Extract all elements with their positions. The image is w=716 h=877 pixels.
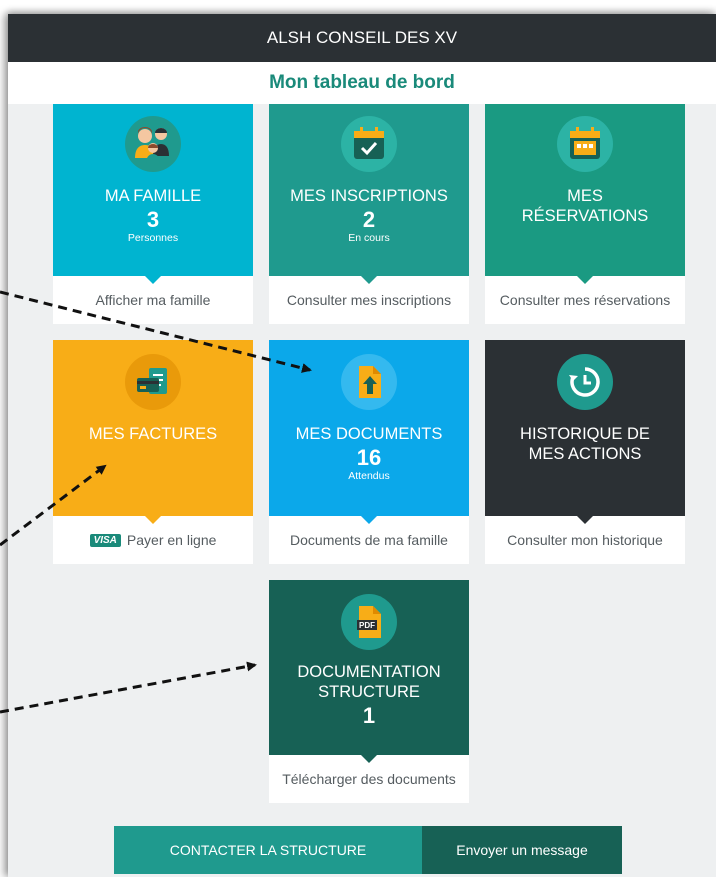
tile-reservations[interactable]: MES RÉSERVATIONS Consulter mes réservati… xyxy=(485,104,685,324)
tile-documentation-label-1: DOCUMENTATION xyxy=(297,663,441,681)
tile-documentation-label-2: STRUCTURE xyxy=(318,683,420,701)
upload-document-icon xyxy=(341,354,397,410)
tile-reservations-label-2: RÉSERVATIONS xyxy=(521,207,649,225)
tile-famille[interactable]: MA FAMILLE 3 Personnes Afficher ma famil… xyxy=(53,104,253,324)
page-title: Mon tableau de bord xyxy=(269,72,455,93)
tile-reservations-label-1: MES xyxy=(567,187,603,205)
app-header: ALSH CONSEIL DES XV xyxy=(8,14,716,62)
tile-inscriptions-link-text: Consulter mes inscriptions xyxy=(286,292,452,308)
tile-documentation[interactable]: PDF DOCUMENTATION STRUCTURE 1 Télécharge… xyxy=(269,580,469,803)
tile-factures-link-text: Payer en ligne xyxy=(126,532,217,548)
pdf-icon-text: PDF xyxy=(359,620,375,630)
tile-famille-count: 3 xyxy=(146,207,160,232)
tile-documents-label: MES DOCUMENTS xyxy=(295,425,443,443)
invoice-icon xyxy=(125,354,181,410)
tile-documentation-count: 1 xyxy=(362,703,376,728)
family-icon xyxy=(125,116,181,172)
app-title: ALSH CONSEIL DES XV xyxy=(266,28,458,47)
calendar-check-icon xyxy=(341,116,397,172)
tile-historique-link-text: Consulter mon historique xyxy=(507,532,663,548)
tile-documentation-link-text: Télécharger des documents xyxy=(282,771,456,787)
calendar-icon xyxy=(557,116,613,172)
send-message-label: Envoyer un message xyxy=(456,842,588,858)
tile-documents-link-text: Documents de ma famille xyxy=(290,532,448,548)
tile-documents-count: 16 xyxy=(356,445,382,470)
send-message-button[interactable]: Envoyer un message xyxy=(422,826,622,874)
visa-icon: VISA xyxy=(89,533,121,547)
history-icon xyxy=(557,354,613,410)
tile-documentation-header[interactable]: PDF DOCUMENTATION STRUCTURE 1 xyxy=(269,580,469,763)
tile-inscriptions[interactable]: MES INSCRIPTIONS 2 En cours Consulter me… xyxy=(269,104,469,324)
tile-reservations-link-text: Consulter mes réservations xyxy=(499,292,671,308)
tile-inscriptions-header[interactable]: MES INSCRIPTIONS 2 En cours xyxy=(269,104,469,284)
page-title-bar: Mon tableau de bord xyxy=(8,62,716,104)
contact-structure-label: CONTACTER LA STRUCTURE xyxy=(169,842,367,858)
tile-famille-sub: Personnes xyxy=(127,232,179,244)
tile-famille-link-text: Afficher ma famille xyxy=(95,292,211,308)
tile-famille-label: MA FAMILLE xyxy=(104,187,202,205)
tile-inscriptions-count: 2 xyxy=(362,207,376,232)
tile-factures[interactable]: MES FACTURES VISA Payer en ligne xyxy=(53,340,253,564)
tile-reservations-header[interactable]: MES RÉSERVATIONS xyxy=(485,104,685,284)
contact-structure-button[interactable]: CONTACTER LA STRUCTURE xyxy=(114,826,422,874)
tile-documents-sub: Attendus xyxy=(348,470,390,482)
tile-historique-header[interactable]: HISTORIQUE DE MES ACTIONS xyxy=(485,340,685,524)
tile-historique-label-1: HISTORIQUE DE xyxy=(520,425,650,443)
tile-historique-label-2: MES ACTIONS xyxy=(528,445,642,463)
tile-factures-label: MES FACTURES xyxy=(88,425,218,443)
tile-famille-header[interactable]: MA FAMILLE 3 Personnes xyxy=(53,104,253,284)
tile-inscriptions-label: MES INSCRIPTIONS xyxy=(290,187,448,205)
pdf-icon: PDF xyxy=(341,594,397,650)
tile-documents[interactable]: MES DOCUMENTS 16 Attendus Documents de m… xyxy=(269,340,469,564)
tile-factures-header[interactable]: MES FACTURES xyxy=(53,340,253,524)
tile-inscriptions-sub: En cours xyxy=(348,232,390,244)
tile-historique[interactable]: HISTORIQUE DE MES ACTIONS Consulter mon … xyxy=(485,340,685,564)
tile-documents-header[interactable]: MES DOCUMENTS 16 Attendus xyxy=(269,340,469,524)
contact-bar: CONTACTER LA STRUCTURE Envoyer un messag… xyxy=(114,826,622,874)
